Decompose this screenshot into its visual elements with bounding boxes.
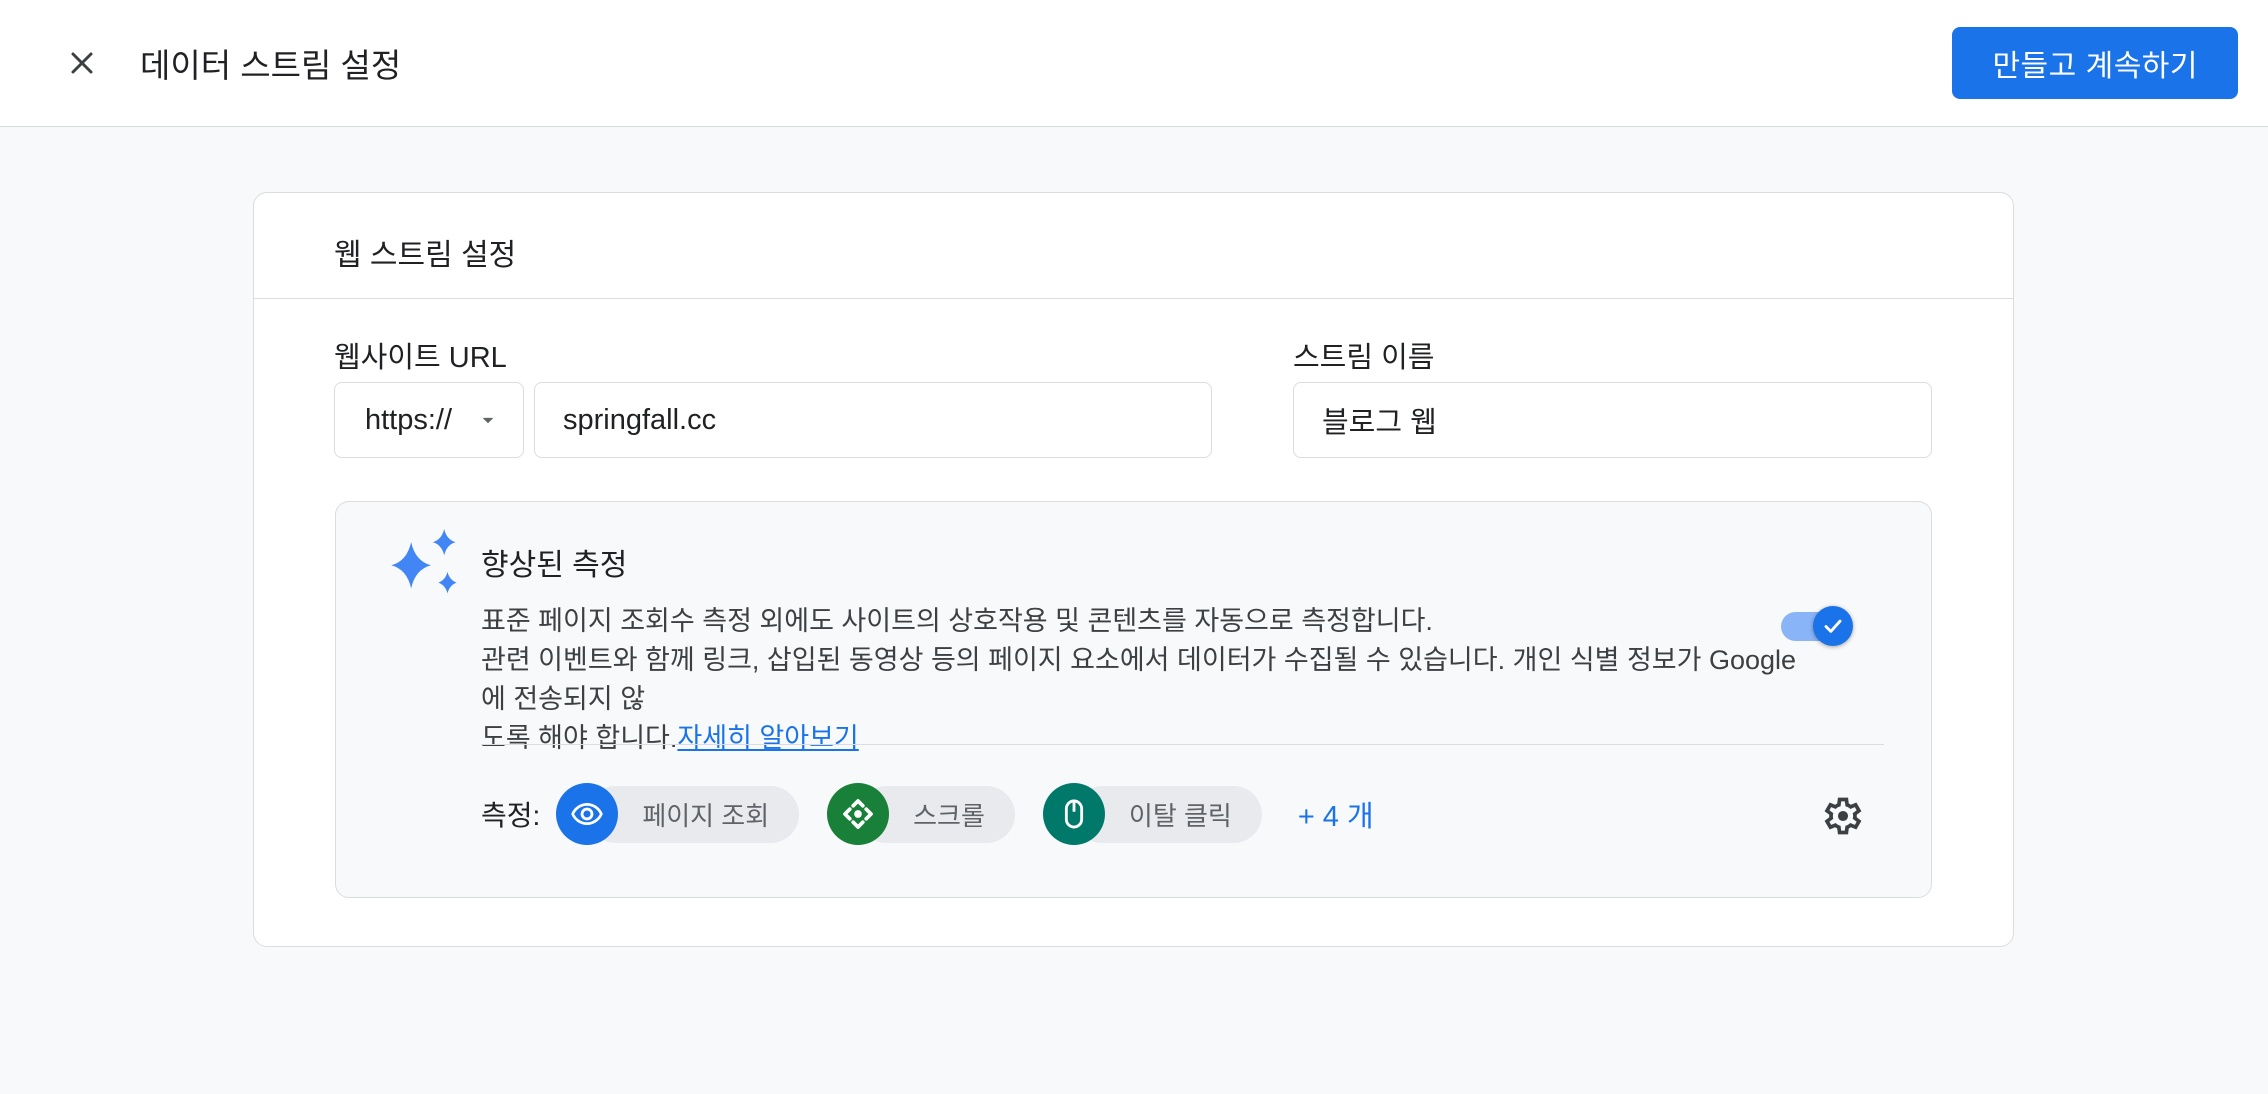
eye-icon xyxy=(570,797,604,831)
mouse-icon xyxy=(1057,797,1091,831)
stream-name-label: 스트림 이름 xyxy=(1293,334,1434,376)
panel-divider xyxy=(481,744,1884,745)
create-and-continue-button[interactable]: 만들고 계속하기 xyxy=(1952,27,2238,99)
chip-scroll[interactable]: 스크롤 xyxy=(827,783,1015,845)
gear-icon xyxy=(1821,794,1865,838)
enhanced-measurement-toggle[interactable] xyxy=(1781,606,1853,646)
protocol-select[interactable]: https:// xyxy=(334,382,524,458)
chip-scroll-circle xyxy=(827,783,889,845)
measurement-settings-button[interactable] xyxy=(1819,792,1867,840)
checkmark-icon xyxy=(1820,613,1846,639)
measurement-chips-row: 측정: 페이지 조회 xyxy=(481,781,1374,847)
close-icon xyxy=(64,45,100,81)
chip-page-view-label: 페이지 조회 xyxy=(587,786,799,843)
enhanced-measurement-panel: 향상된 측정 표준 페이지 조회수 측정 외에도 사이트의 상호작용 및 콘텐츠… xyxy=(335,501,1932,898)
description-line-2: 관련 이벤트와 함께 링크, 삽입된 동영상 등의 페이지 요소에서 데이터가 … xyxy=(481,641,1801,719)
page-title: 데이터 스트림 설정 xyxy=(140,39,401,87)
website-url-input[interactable] xyxy=(534,382,1212,458)
description-line-1: 표준 페이지 조회수 측정 외에도 사이트의 상호작용 및 콘텐츠를 자동으로 … xyxy=(481,602,1801,641)
stream-name-input[interactable] xyxy=(1293,382,1932,458)
website-url-label: 웹사이트 URL xyxy=(334,334,507,376)
enhanced-measurement-title: 향상된 측정 xyxy=(481,540,627,584)
chip-page-view[interactable]: 페이지 조회 xyxy=(556,783,799,845)
more-measurements-link[interactable]: + 4 개 xyxy=(1298,793,1374,835)
learn-more-link[interactable]: 자세히 알아보기 xyxy=(677,723,858,753)
enhanced-measurement-description: 표준 페이지 조회수 측정 외에도 사이트의 상호작용 및 콘텐츠를 자동으로 … xyxy=(481,602,1801,758)
sparkle-icon xyxy=(388,522,464,602)
scroll-icon xyxy=(841,797,875,831)
toggle-thumb xyxy=(1813,606,1853,646)
chip-outbound-click[interactable]: 이탈 클릭 xyxy=(1043,783,1262,845)
chevron-down-icon xyxy=(475,407,501,433)
protocol-value: https:// xyxy=(365,404,452,437)
dialog-header: 데이터 스트림 설정 만들고 계속하기 xyxy=(0,0,2268,127)
measure-label: 측정: xyxy=(481,794,540,834)
web-stream-card: 웹 스트림 설정 웹사이트 URL https:// 스트림 이름 향상된 측정… xyxy=(253,192,2014,947)
card-title: 웹 스트림 설정 xyxy=(334,230,516,274)
chip-outbound-click-circle xyxy=(1043,783,1105,845)
card-divider xyxy=(254,298,2013,299)
description-line-3: 도록 해야 합니다.자세히 알아보기 xyxy=(481,719,1801,758)
data-stream-setup-screen: 데이터 스트림 설정 만들고 계속하기 웹 스트림 설정 웹사이트 URL ht… xyxy=(0,0,2268,1094)
description-line-3-text: 도록 해야 합니다. xyxy=(481,723,677,753)
close-button[interactable] xyxy=(58,39,106,87)
chip-page-view-circle xyxy=(556,783,618,845)
